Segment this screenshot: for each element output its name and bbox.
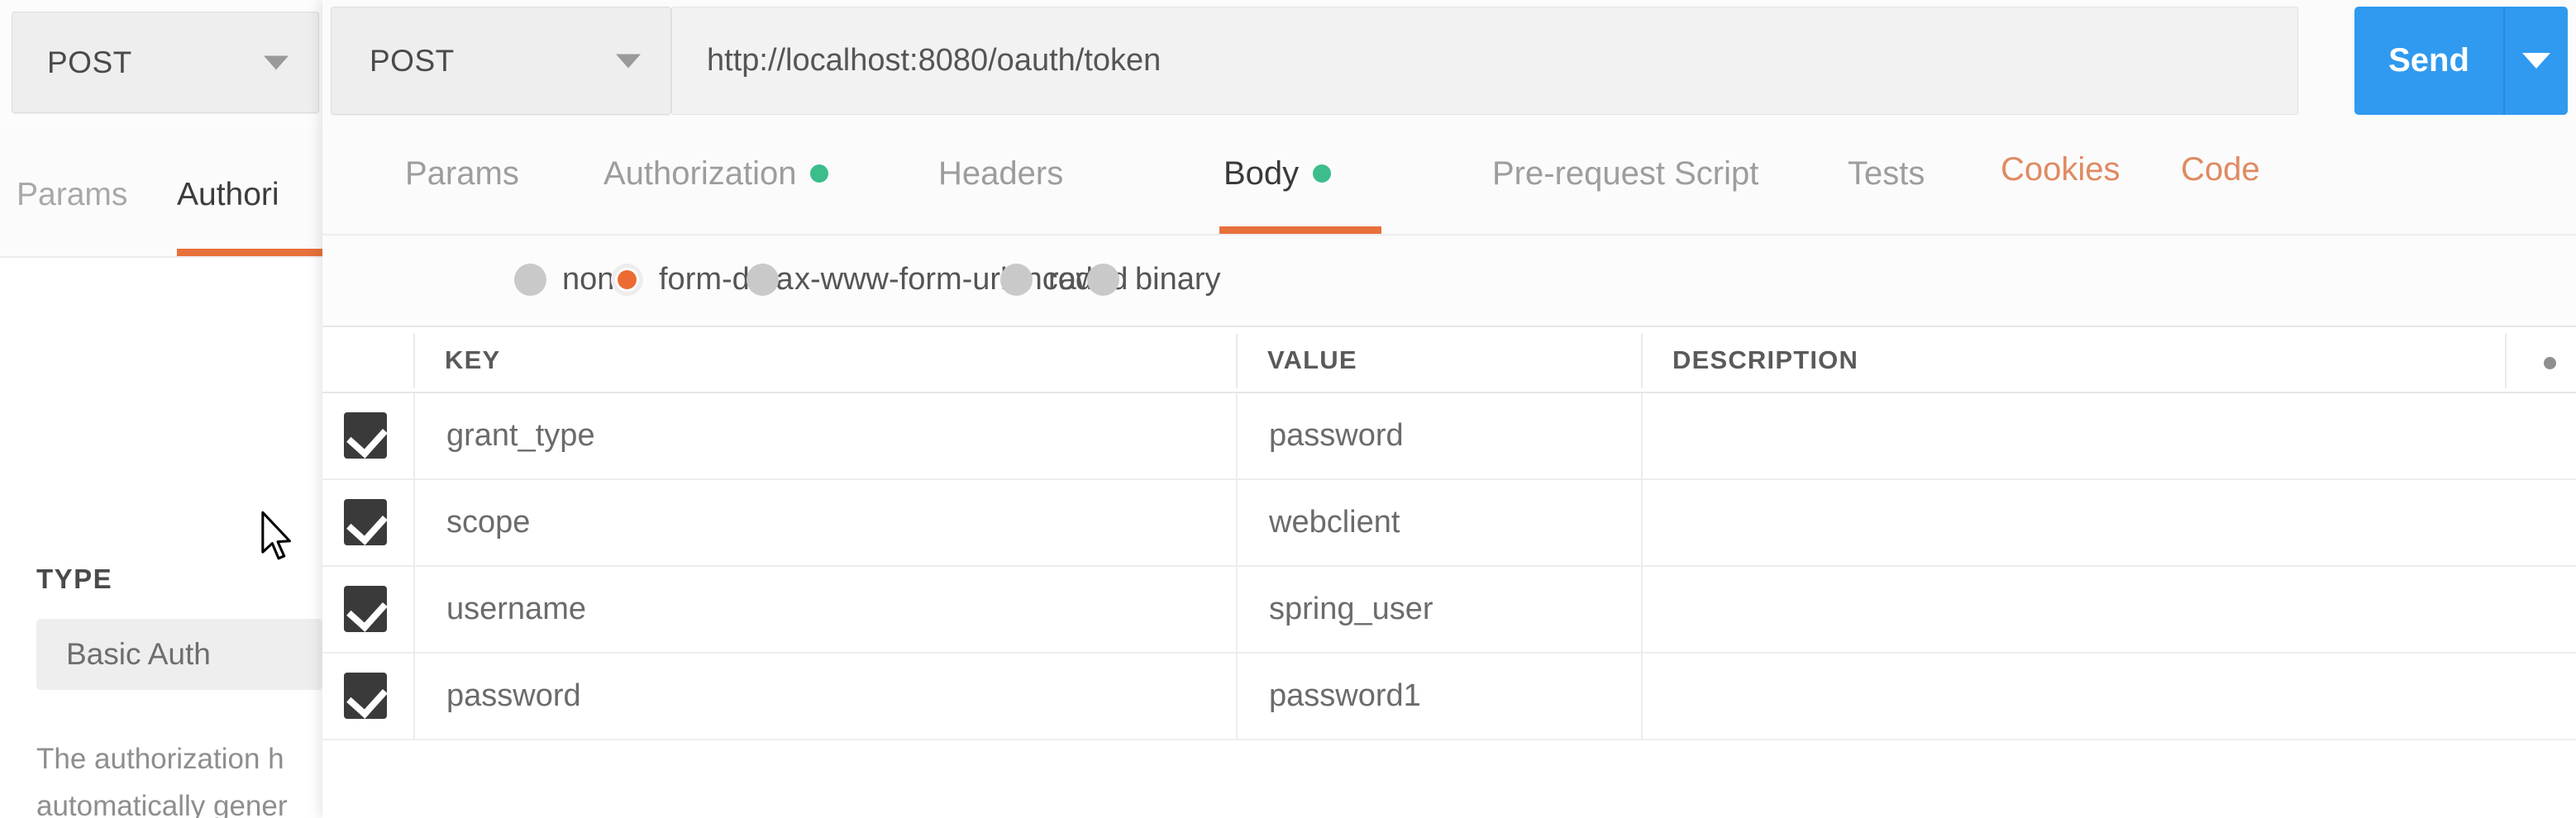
row-value-input[interactable]: password — [1236, 393, 1641, 478]
table-row: username spring_user — [322, 567, 2576, 654]
row-key-input[interactable]: username — [413, 567, 814, 652]
column-divider — [1236, 334, 1238, 388]
method-label: POST — [370, 43, 455, 78]
column-divider — [2505, 334, 2507, 388]
body-type-radio-group: none form-data x-www-form-urlencoded raw… — [322, 237, 2576, 326]
row-value-input[interactable]: password1 — [1236, 654, 1641, 739]
request-tab-bar: Params Authorization Headers Body Pre-re… — [322, 136, 2576, 235]
tab-body[interactable]: Body — [1224, 151, 1332, 196]
auth-help-line-2: automatically gener — [36, 790, 288, 818]
method-dropdown[interactable]: POST — [331, 7, 671, 115]
postman-window: POST Params Authori TYPE Basic Auth The … — [0, 0, 2576, 818]
active-tab-underline — [1219, 226, 1381, 234]
background-tab-authorization[interactable]: Authori — [177, 177, 279, 213]
auth-type-label: TYPE — [36, 564, 113, 594]
auth-type-select[interactable]: Basic Auth — [36, 619, 322, 690]
radio-icon — [747, 263, 779, 296]
active-request-panel: POST http://localhost:8080/oauth/token S… — [322, 0, 2576, 818]
row-checkbox-cell[interactable] — [322, 480, 413, 565]
radio-icon — [514, 263, 546, 296]
checkbox-checked-icon[interactable] — [344, 586, 387, 632]
code-link[interactable]: Code — [2181, 151, 2260, 188]
background-tab-params[interactable]: Params — [17, 177, 127, 213]
checkbox-checked-icon[interactable] — [344, 412, 387, 459]
table-options-icon[interactable] — [2544, 357, 2556, 369]
background-method-dropdown[interactable]: POST — [12, 12, 319, 113]
table-header-row: KEY VALUE DESCRIPTION — [322, 326, 2576, 393]
tab-headers[interactable]: Headers — [938, 151, 1063, 196]
tab-authorization-label: Authorization — [603, 155, 797, 192]
column-divider — [413, 334, 415, 388]
status-dot-icon — [810, 164, 829, 183]
checkbox-checked-icon[interactable] — [344, 499, 387, 545]
row-value-input[interactable]: webclient — [1236, 480, 1641, 565]
table-row: grant_type password — [322, 393, 2576, 480]
body-type-binary[interactable]: binary — [1087, 255, 1221, 303]
radio-icon — [1087, 263, 1119, 296]
row-key-input[interactable]: grant_type — [413, 393, 814, 478]
row-description-input[interactable] — [1641, 654, 2576, 739]
chevron-down-icon — [264, 55, 289, 69]
body-type-raw[interactable]: raw — [1000, 255, 1099, 303]
mouse-cursor-icon — [261, 511, 291, 560]
radio-icon-selected — [611, 263, 643, 296]
row-description-input[interactable] — [1641, 480, 2576, 565]
table-row: scope webclient — [322, 480, 2576, 567]
tab-body-label: Body — [1224, 155, 1300, 192]
form-data-table: KEY VALUE DESCRIPTION grant_type passwor… — [322, 326, 2576, 818]
column-header-value: VALUE — [1267, 345, 1357, 374]
tab-tests-label: Tests — [1848, 155, 1925, 192]
tab-pre-request-script[interactable]: Pre-request Script — [1492, 151, 1758, 196]
send-button-group: Send — [2354, 7, 2568, 115]
row-checkbox-cell[interactable] — [322, 567, 413, 652]
row-checkbox-cell[interactable] — [322, 654, 413, 739]
body-type-binary-label: binary — [1135, 261, 1221, 297]
tab-tests[interactable]: Tests — [1848, 151, 1925, 196]
send-options-button[interactable] — [2505, 7, 2568, 115]
tab-headers-label: Headers — [938, 155, 1064, 192]
row-description-input[interactable] — [1641, 567, 2576, 652]
tab-params[interactable]: Params — [405, 151, 519, 196]
background-method-label: POST — [47, 45, 132, 79]
send-button[interactable]: Send — [2354, 7, 2505, 115]
chevron-down-icon — [2522, 53, 2550, 69]
row-key-input[interactable]: password — [413, 654, 814, 739]
row-key-input[interactable]: scope — [413, 480, 814, 565]
column-header-key: KEY — [445, 345, 501, 374]
tab-pre-request-script-label: Pre-request Script — [1492, 155, 1759, 192]
background-active-tab-underline — [177, 249, 322, 256]
table-row: password password1 — [322, 654, 2576, 740]
tab-params-label: Params — [405, 155, 519, 192]
chevron-down-icon — [616, 54, 641, 68]
radio-icon — [1000, 263, 1033, 296]
column-divider — [1641, 334, 1643, 388]
cookies-link[interactable]: Cookies — [2001, 151, 2120, 188]
url-input[interactable]: http://localhost:8080/oauth/token — [671, 7, 2298, 115]
row-description-input[interactable] — [1641, 393, 2576, 478]
auth-help-text: The authorization h automatically gener … — [36, 735, 324, 818]
status-dot-icon — [1313, 164, 1332, 183]
tab-authorization[interactable]: Authorization — [603, 151, 829, 196]
row-checkbox-cell[interactable] — [322, 393, 413, 478]
checkbox-checked-icon[interactable] — [344, 673, 387, 719]
column-header-description: DESCRIPTION — [1672, 345, 1859, 374]
auth-help-line-1: The authorization h — [36, 743, 284, 775]
row-value-input[interactable]: spring_user — [1236, 567, 1641, 652]
